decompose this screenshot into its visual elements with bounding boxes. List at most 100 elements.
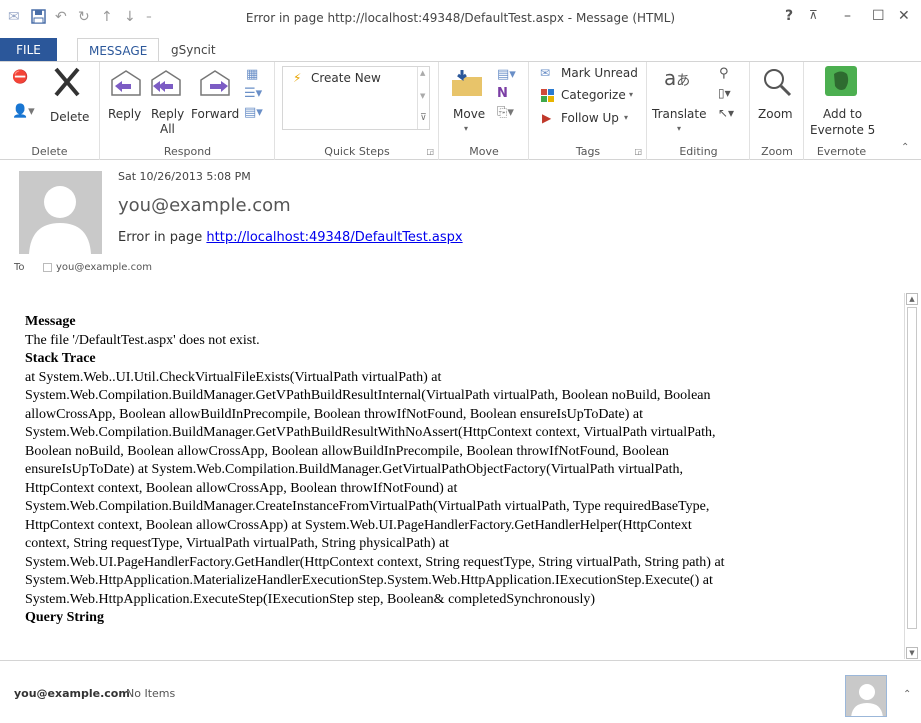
delete-icon[interactable]: [52, 65, 82, 102]
account-name[interactable]: you@example.com: [14, 687, 130, 700]
expand-people-pane-icon[interactable]: ⌃: [903, 689, 911, 700]
stack-trace-line: HttpContext context, Boolean allowCrossA…: [25, 480, 458, 496]
stack-trace-line: System.Web.Compilation.BuildManager.Crea…: [25, 499, 710, 514]
editing-group-label: Editing: [679, 145, 718, 158]
junk-icon[interactable]: 👤▾: [12, 104, 35, 119]
gallery-scroll[interactable]: ▲ ▼ ⊽: [417, 67, 429, 129]
delete-button[interactable]: Delete: [50, 110, 89, 124]
collapse-ribbon-icon[interactable]: ⌃: [901, 142, 909, 153]
onenote-icon[interactable]: N: [497, 86, 508, 101]
quick-steps-launcher-icon[interactable]: ◲: [426, 147, 434, 156]
quick-steps-gallery[interactable]: ⚡ Create New ▲ ▼ ⊽: [282, 66, 430, 130]
tab-message[interactable]: MESSAGE: [77, 38, 160, 63]
stack-trace-line: System.Web.Compilation.BuildManager.GetV…: [25, 425, 716, 440]
categorize-button[interactable]: Categorize: [561, 88, 626, 102]
scroll-down-icon[interactable]: ▼: [906, 647, 918, 659]
im-icon[interactable]: ☰▾: [244, 86, 262, 101]
more-respond-icon[interactable]: ▤▾: [244, 105, 263, 120]
close-button[interactable]: ✕: [898, 8, 910, 24]
reply-all-label-1[interactable]: Reply: [151, 107, 184, 121]
reply-button[interactable]: Reply: [108, 107, 141, 121]
people-pane-avatar[interactable]: [845, 675, 887, 717]
ribbon-display-icon[interactable]: ⊼: [809, 8, 818, 22]
query-string-heading: Query String: [25, 610, 104, 625]
subject-prefix: Error in page: [118, 230, 207, 245]
tags-launcher-icon[interactable]: ◲: [634, 147, 642, 156]
zoom-button[interactable]: Zoom: [758, 107, 793, 121]
delete-group: ⛔ 👤▾ Delete Delete: [0, 62, 100, 160]
stack-trace-heading: Stack Trace: [25, 351, 96, 366]
editing-group: aあ Translate ▾ ⚲ ▯▾ ↖▾ Editing: [648, 62, 750, 160]
scroll-up-icon[interactable]: ▲: [906, 293, 918, 305]
message-heading: Message: [25, 314, 76, 329]
message-body-pane: Message The file '/DefaultTest.aspx' doe…: [0, 286, 905, 658]
ribbon-tabs: FILE MESSAGE gSyncit: [0, 38, 921, 63]
stack-trace-line: context, String requestType, VirtualPath…: [25, 536, 450, 551]
to-recipient[interactable]: you@example.com: [56, 262, 152, 273]
sender-address[interactable]: you@example.com: [118, 195, 291, 216]
add-to-evernote-label-1[interactable]: Add to: [823, 107, 862, 121]
body-scrollbar[interactable]: ▲ ▼: [904, 293, 919, 659]
stack-trace-line: allowCrossApp, Boolean allowBuildInPreco…: [25, 406, 644, 422]
maximize-button[interactable]: ☐: [872, 8, 885, 24]
zoom-group: Zoom Zoom: [751, 62, 804, 160]
translate-button[interactable]: Translate: [652, 107, 707, 121]
tags-group-label: Tags: [575, 145, 601, 158]
actions-icon[interactable]: ⎘▾: [497, 105, 514, 120]
subject-link[interactable]: http://localhost:49348/DefaultTest.aspx: [206, 230, 462, 245]
tab-file[interactable]: FILE: [0, 38, 57, 62]
follow-up-button[interactable]: Follow Up: [561, 111, 619, 125]
zoom-icon[interactable]: [762, 67, 792, 100]
meeting-icon[interactable]: ▦: [246, 67, 258, 82]
evernote-icon[interactable]: [825, 66, 857, 96]
stack-trace: at System.Web..UI.Util.CheckVirtualFileE…: [25, 369, 905, 610]
forward-icon[interactable]: [198, 68, 232, 101]
move-icon[interactable]: [450, 68, 484, 101]
message-text: The file '/DefaultTest.aspx' does not ex…: [25, 332, 260, 348]
tab-gsyncit[interactable]: gSyncit: [160, 38, 227, 62]
related-icon[interactable]: ▯▾: [718, 86, 731, 100]
follow-up-dropdown-icon[interactable]: ▾: [624, 113, 628, 122]
message-subject: Error in page http://localhost:49348/Def…: [118, 230, 463, 245]
categorize-dropdown-icon[interactable]: ▾: [629, 90, 633, 99]
forward-button[interactable]: Forward: [191, 107, 239, 121]
reply-all-label-2[interactable]: All: [160, 122, 175, 136]
find-icon[interactable]: ⚲: [719, 66, 729, 81]
categorize-icon: [541, 89, 554, 105]
follow-up-flag-icon: ▶: [542, 111, 552, 125]
zoom-group-label: Zoom: [761, 145, 793, 158]
gallery-down-icon[interactable]: ▼: [420, 92, 425, 100]
scroll-thumb[interactable]: [907, 307, 917, 629]
stack-trace-line: Boolean noBuild, Boolean allowCrossApp, …: [25, 443, 669, 459]
to-label: To: [14, 262, 25, 273]
ribbon: ⛔ 👤▾ Delete Delete Reply Reply All Forwa…: [0, 61, 921, 160]
people-items: No Items: [126, 687, 176, 700]
create-new-quick-step[interactable]: Create New: [311, 71, 381, 85]
ignore-icon[interactable]: ⛔: [12, 70, 28, 85]
stack-trace-line: System.Web.UI.PageHandlerFactory.GetHand…: [25, 554, 725, 570]
respond-group: Reply Reply All Forward ▦ ☰▾ ▤▾ Respond: [101, 62, 275, 160]
mark-unread-button[interactable]: Mark Unread: [561, 66, 638, 80]
help-button[interactable]: ?: [785, 8, 793, 24]
select-icon[interactable]: ↖▾: [718, 106, 734, 120]
rules-icon[interactable]: ▤▾: [497, 67, 516, 82]
lightning-icon: ⚡: [293, 71, 302, 85]
gallery-up-icon[interactable]: ▲: [420, 69, 425, 77]
title-bar: ✉ ↶ ↻ ↑ ↓ ₌ Error in page http://localho…: [0, 0, 921, 38]
recipient-checkbox[interactable]: [43, 263, 52, 272]
translate-icon[interactable]: aあ: [664, 66, 690, 90]
reply-all-icon[interactable]: [149, 68, 183, 101]
add-to-evernote-label-2[interactable]: Evernote 5: [810, 123, 875, 137]
quick-steps-group-label: Quick Steps: [324, 145, 390, 158]
move-dropdown-icon[interactable]: ▾: [464, 124, 468, 133]
stack-trace-line: HttpContext context, Boolean allowCrossA…: [25, 517, 692, 533]
minimize-button[interactable]: –: [844, 8, 851, 24]
translate-dropdown-icon[interactable]: ▾: [677, 124, 681, 133]
evernote-group-label: Evernote: [816, 145, 867, 158]
reply-icon[interactable]: [109, 68, 143, 101]
move-group-label: Move: [469, 145, 499, 158]
gallery-more-icon[interactable]: ⊽: [420, 113, 427, 123]
move-button[interactable]: Move: [453, 107, 485, 121]
move-group: Move ▾ ▤▾ N ⎘▾ Move: [440, 62, 529, 160]
mark-unread-icon: ✉: [540, 66, 551, 80]
